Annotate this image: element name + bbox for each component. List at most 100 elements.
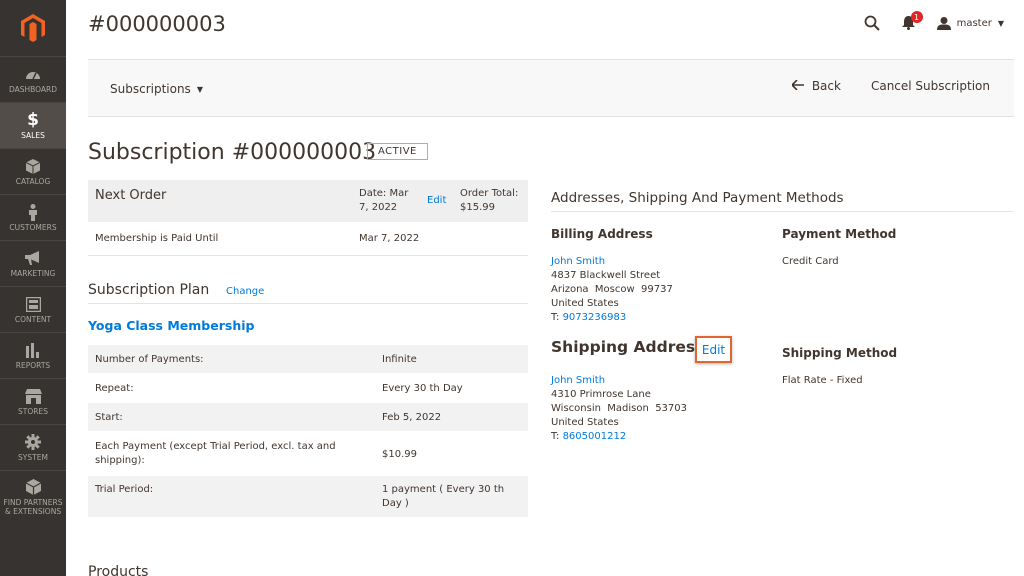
next-order-total-label: Order Total:	[460, 188, 519, 199]
person-icon	[23, 203, 43, 221]
shipping-customer-link[interactable]: John Smith	[551, 374, 687, 388]
subscription-title: Subscription #000000003	[88, 140, 377, 165]
plan-name-link[interactable]: Yoga Class Membership	[88, 318, 254, 333]
back-button[interactable]: Back	[790, 79, 841, 93]
billing-city-line: Arizona Moscow 99737	[551, 284, 673, 295]
billing-address: John Smith 4837 Blackwell Street Arizona…	[551, 255, 673, 325]
sidebar-item-dashboard[interactable]: Dashboard	[0, 56, 66, 102]
row-value: Every 30 th Day	[382, 383, 463, 394]
sidebar-item-label: Customers	[9, 223, 57, 232]
page-actions-toolbar: Subscriptions ▼ Back Cancel Subscription	[88, 59, 1014, 117]
sidebar-item-label: Content	[14, 315, 52, 324]
store-icon	[23, 387, 43, 405]
cancel-subscription-button[interactable]: Cancel Subscription	[871, 79, 990, 93]
row-label: Repeat:	[95, 383, 134, 394]
row-label: Trial Period:	[95, 484, 154, 495]
payment-method-title: Payment Method	[782, 227, 897, 241]
magento-logo-icon	[21, 14, 45, 42]
divider	[551, 211, 1013, 212]
sidebar-item-label: Marketing	[10, 269, 56, 278]
layout-icon	[23, 295, 43, 313]
sidebar-item-find-partners[interactable]: Find Partners & Extensions	[0, 470, 66, 522]
shipping-phone-line: T: 8605001212	[551, 430, 687, 444]
table-row: Number of Payments: Infinite	[88, 345, 528, 374]
search-icon[interactable]	[864, 15, 880, 31]
status-badge: ACTIVE	[367, 143, 428, 160]
next-order-edit-link[interactable]: Edit	[427, 195, 446, 206]
sidebar-item-label: Catalog	[15, 177, 51, 186]
subscriptions-switcher[interactable]: Subscriptions ▼	[110, 82, 203, 96]
row-value: Feb 5, 2022	[382, 412, 442, 423]
change-plan-link[interactable]: Change	[226, 286, 264, 297]
notifications-bell[interactable]: 1	[901, 11, 923, 30]
magento-logo[interactable]	[0, 0, 66, 56]
admin-sidebar: Dashboard $ Sales Catalog Customers Mark…	[0, 0, 66, 576]
paid-until-label: Membership is Paid Until	[95, 233, 219, 244]
shipping-country: United States	[551, 417, 619, 428]
addresses-section-title: Addresses, Shipping And Payment Methods	[551, 190, 844, 206]
paid-until-value: Mar 7, 2022	[359, 233, 420, 244]
shipping-street: 4310 Primrose Lane	[551, 389, 651, 400]
username: master	[956, 17, 992, 29]
arrow-left-icon	[790, 79, 804, 93]
table-row: Each Payment (except Trial Period, excl.…	[88, 432, 528, 476]
sidebar-item-stores[interactable]: Stores	[0, 378, 66, 424]
page-title: #000000003	[88, 12, 226, 36]
shipping-address: John Smith 4310 Primrose Lane Wisconsin …	[551, 374, 687, 444]
next-order-header: Next Order Date: Mar 7, 2022 Edit Order …	[88, 180, 528, 222]
payment-method-value: Credit Card	[782, 256, 839, 267]
next-order-title: Next Order	[95, 188, 167, 203]
phone-prefix: T:	[551, 431, 563, 442]
billing-country: United States	[551, 298, 619, 309]
billing-phone-link[interactable]: 9073236983	[563, 312, 627, 323]
notification-count-badge: 1	[910, 11, 923, 23]
next-order-total: Order Total: $15.99	[460, 187, 518, 215]
row-value: 1 payment ( Every 30 th Day )	[382, 484, 505, 509]
next-order-date-label: Date: Mar	[359, 188, 409, 199]
phone-prefix: T:	[551, 312, 563, 323]
row-label: Number of Payments:	[95, 354, 204, 365]
sidebar-item-sales[interactable]: $ Sales	[0, 102, 66, 148]
switcher-label: Subscriptions	[110, 82, 191, 96]
sidebar-item-label: Sales	[21, 131, 45, 140]
row-label: Each Payment (except Trial Period, excl.…	[95, 441, 336, 466]
sidebar-item-label: Reports	[15, 361, 51, 370]
sidebar-item-marketing[interactable]: Marketing	[0, 240, 66, 286]
sidebar-item-content[interactable]: Content	[0, 286, 66, 332]
sidebar-item-label: System	[18, 453, 48, 462]
table-row: Trial Period: 1 payment ( Every 30 th Da…	[88, 476, 528, 518]
sidebar-item-customers[interactable]: Customers	[0, 194, 66, 240]
shipping-address-title: Shipping Address	[551, 338, 705, 356]
dollar-icon: $	[27, 110, 39, 130]
billing-address-title: Billing Address	[551, 227, 653, 241]
shipping-phone-link[interactable]: 8605001212	[563, 431, 627, 442]
dashboard-icon	[23, 65, 43, 83]
user-icon	[936, 16, 951, 30]
row-label: Start:	[95, 412, 123, 423]
row-value: Infinite	[382, 354, 417, 365]
next-order-table: Next Order Date: Mar 7, 2022 Edit Order …	[88, 180, 528, 256]
sidebar-item-label: Dashboard	[8, 85, 58, 94]
cancel-subscription-label: Cancel Subscription	[870, 79, 990, 93]
paid-until-row: Membership is Paid Until Mar 7, 2022	[88, 222, 528, 256]
row-value: $10.99	[382, 449, 417, 460]
sidebar-item-system[interactable]: System	[0, 424, 66, 470]
cube-icon	[23, 478, 43, 496]
chevron-down-icon: ▼	[997, 18, 1004, 28]
sidebar-item-catalog[interactable]: Catalog	[0, 148, 66, 194]
billing-phone-line: T: 9073236983	[551, 311, 673, 325]
subscription-plan-title: Subscription Plan	[88, 282, 210, 298]
next-order-date-value: 7, 2022	[359, 202, 398, 213]
sidebar-item-reports[interactable]: Reports	[0, 332, 66, 378]
toolbar-buttons: Back Cancel Subscription	[790, 79, 990, 93]
gear-icon	[23, 433, 43, 451]
user-menu[interactable]: master ▼	[936, 16, 1004, 30]
box-icon	[23, 157, 43, 175]
billing-street: 4837 Blackwell Street	[551, 270, 661, 281]
shipping-method-title: Shipping Method	[782, 346, 898, 360]
plan-details-table: Number of Payments: Infinite Repeat: Eve…	[88, 345, 528, 518]
back-label: Back	[811, 79, 841, 93]
shipping-address-edit-link[interactable]: Edit	[695, 336, 732, 363]
megaphone-icon	[23, 249, 43, 267]
billing-customer-link[interactable]: John Smith	[551, 255, 673, 269]
